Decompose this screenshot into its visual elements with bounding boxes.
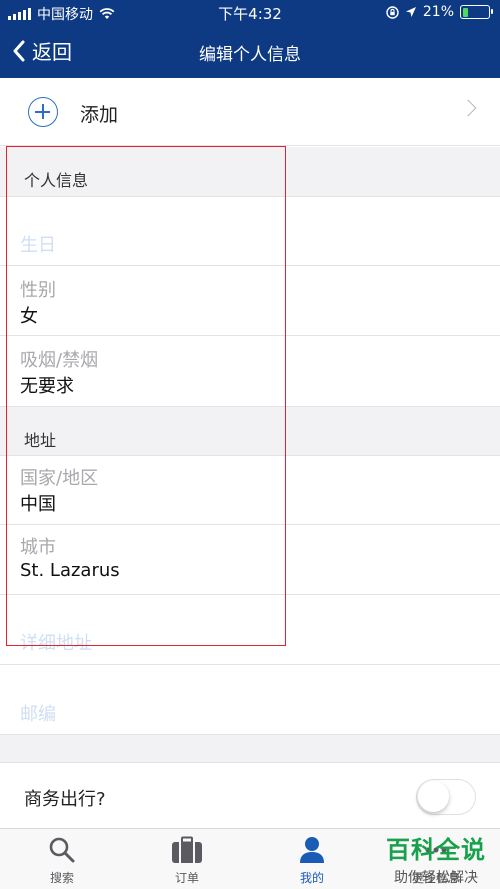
gender-field[interactable]: 性别 女 bbox=[0, 266, 500, 336]
tab-mine[interactable]: 我的 bbox=[252, 835, 372, 886]
postcode-label: 邮编 bbox=[20, 704, 56, 725]
tab-label-mine: 我的 bbox=[299, 871, 324, 885]
watermark: 百科全说 助你轻松解决 bbox=[376, 830, 496, 887]
status-bar: 中国移动 下午4:32 21% bbox=[0, 0, 500, 26]
country-label: 国家/地区 bbox=[20, 468, 99, 489]
watermark-title: 百科全说 bbox=[386, 836, 486, 864]
top-bar: 中国移动 下午4:32 21% 返回 编辑个人信息 bbox=[0, 0, 500, 78]
gender-value: 女 bbox=[20, 306, 38, 327]
tab-orders[interactable]: 订单 bbox=[127, 835, 247, 886]
section-title-personal: 个人信息 bbox=[24, 171, 89, 190]
nav-bar: 返回 编辑个人信息 bbox=[0, 26, 500, 78]
smoking-field[interactable]: 吸烟/禁烟 无要求 bbox=[0, 336, 500, 406]
smoking-label: 吸烟/禁烟 bbox=[20, 350, 99, 371]
search-icon bbox=[49, 837, 75, 863]
battery-icon bbox=[460, 5, 493, 19]
rotation-lock-icon bbox=[386, 5, 399, 19]
city-value: St. Lazarus bbox=[20, 560, 120, 581]
watermark-subtitle: 助你轻松解决 bbox=[394, 870, 478, 886]
city-field[interactable]: 城市 St. Lazarus bbox=[0, 525, 500, 595]
city-label: 城市 bbox=[20, 537, 56, 558]
address-detail-label: 详细地址 bbox=[20, 633, 92, 654]
chevron-right-icon bbox=[459, 99, 477, 117]
country-field[interactable]: 国家/地区 中国 bbox=[0, 456, 500, 525]
briefcase-icon bbox=[172, 836, 202, 863]
person-icon bbox=[300, 837, 324, 863]
postcode-field[interactable]: 邮编 bbox=[0, 665, 500, 735]
birthday-label: 生日 bbox=[20, 235, 56, 256]
business-travel-row: 商务出行? bbox=[0, 762, 500, 828]
section-gap bbox=[0, 735, 500, 762]
page-title: 编辑个人信息 bbox=[199, 45, 301, 65]
business-travel-label: 商务出行? bbox=[24, 789, 106, 810]
location-icon bbox=[405, 7, 416, 17]
address-detail-field[interactable]: 详细地址 bbox=[0, 595, 500, 665]
smoking-value: 无要求 bbox=[20, 376, 74, 397]
section-title-address: 地址 bbox=[24, 431, 57, 450]
add-label: 添加 bbox=[80, 104, 119, 126]
country-value: 中国 bbox=[20, 494, 56, 515]
business-travel-toggle[interactable] bbox=[416, 779, 476, 815]
add-circle-icon bbox=[28, 97, 58, 127]
battery-percent: 21% bbox=[422, 4, 454, 20]
gender-label: 性别 bbox=[20, 280, 56, 301]
section-header-address: 地址 bbox=[0, 406, 500, 456]
tab-label-orders: 订单 bbox=[174, 871, 199, 885]
section-header-personal: 个人信息 bbox=[0, 147, 500, 197]
tab-search[interactable]: 搜索 bbox=[2, 835, 122, 886]
add-row[interactable]: 添加 bbox=[0, 78, 500, 146]
birthday-field[interactable]: 生日 bbox=[0, 197, 500, 266]
tab-label-search: 搜索 bbox=[49, 871, 74, 885]
